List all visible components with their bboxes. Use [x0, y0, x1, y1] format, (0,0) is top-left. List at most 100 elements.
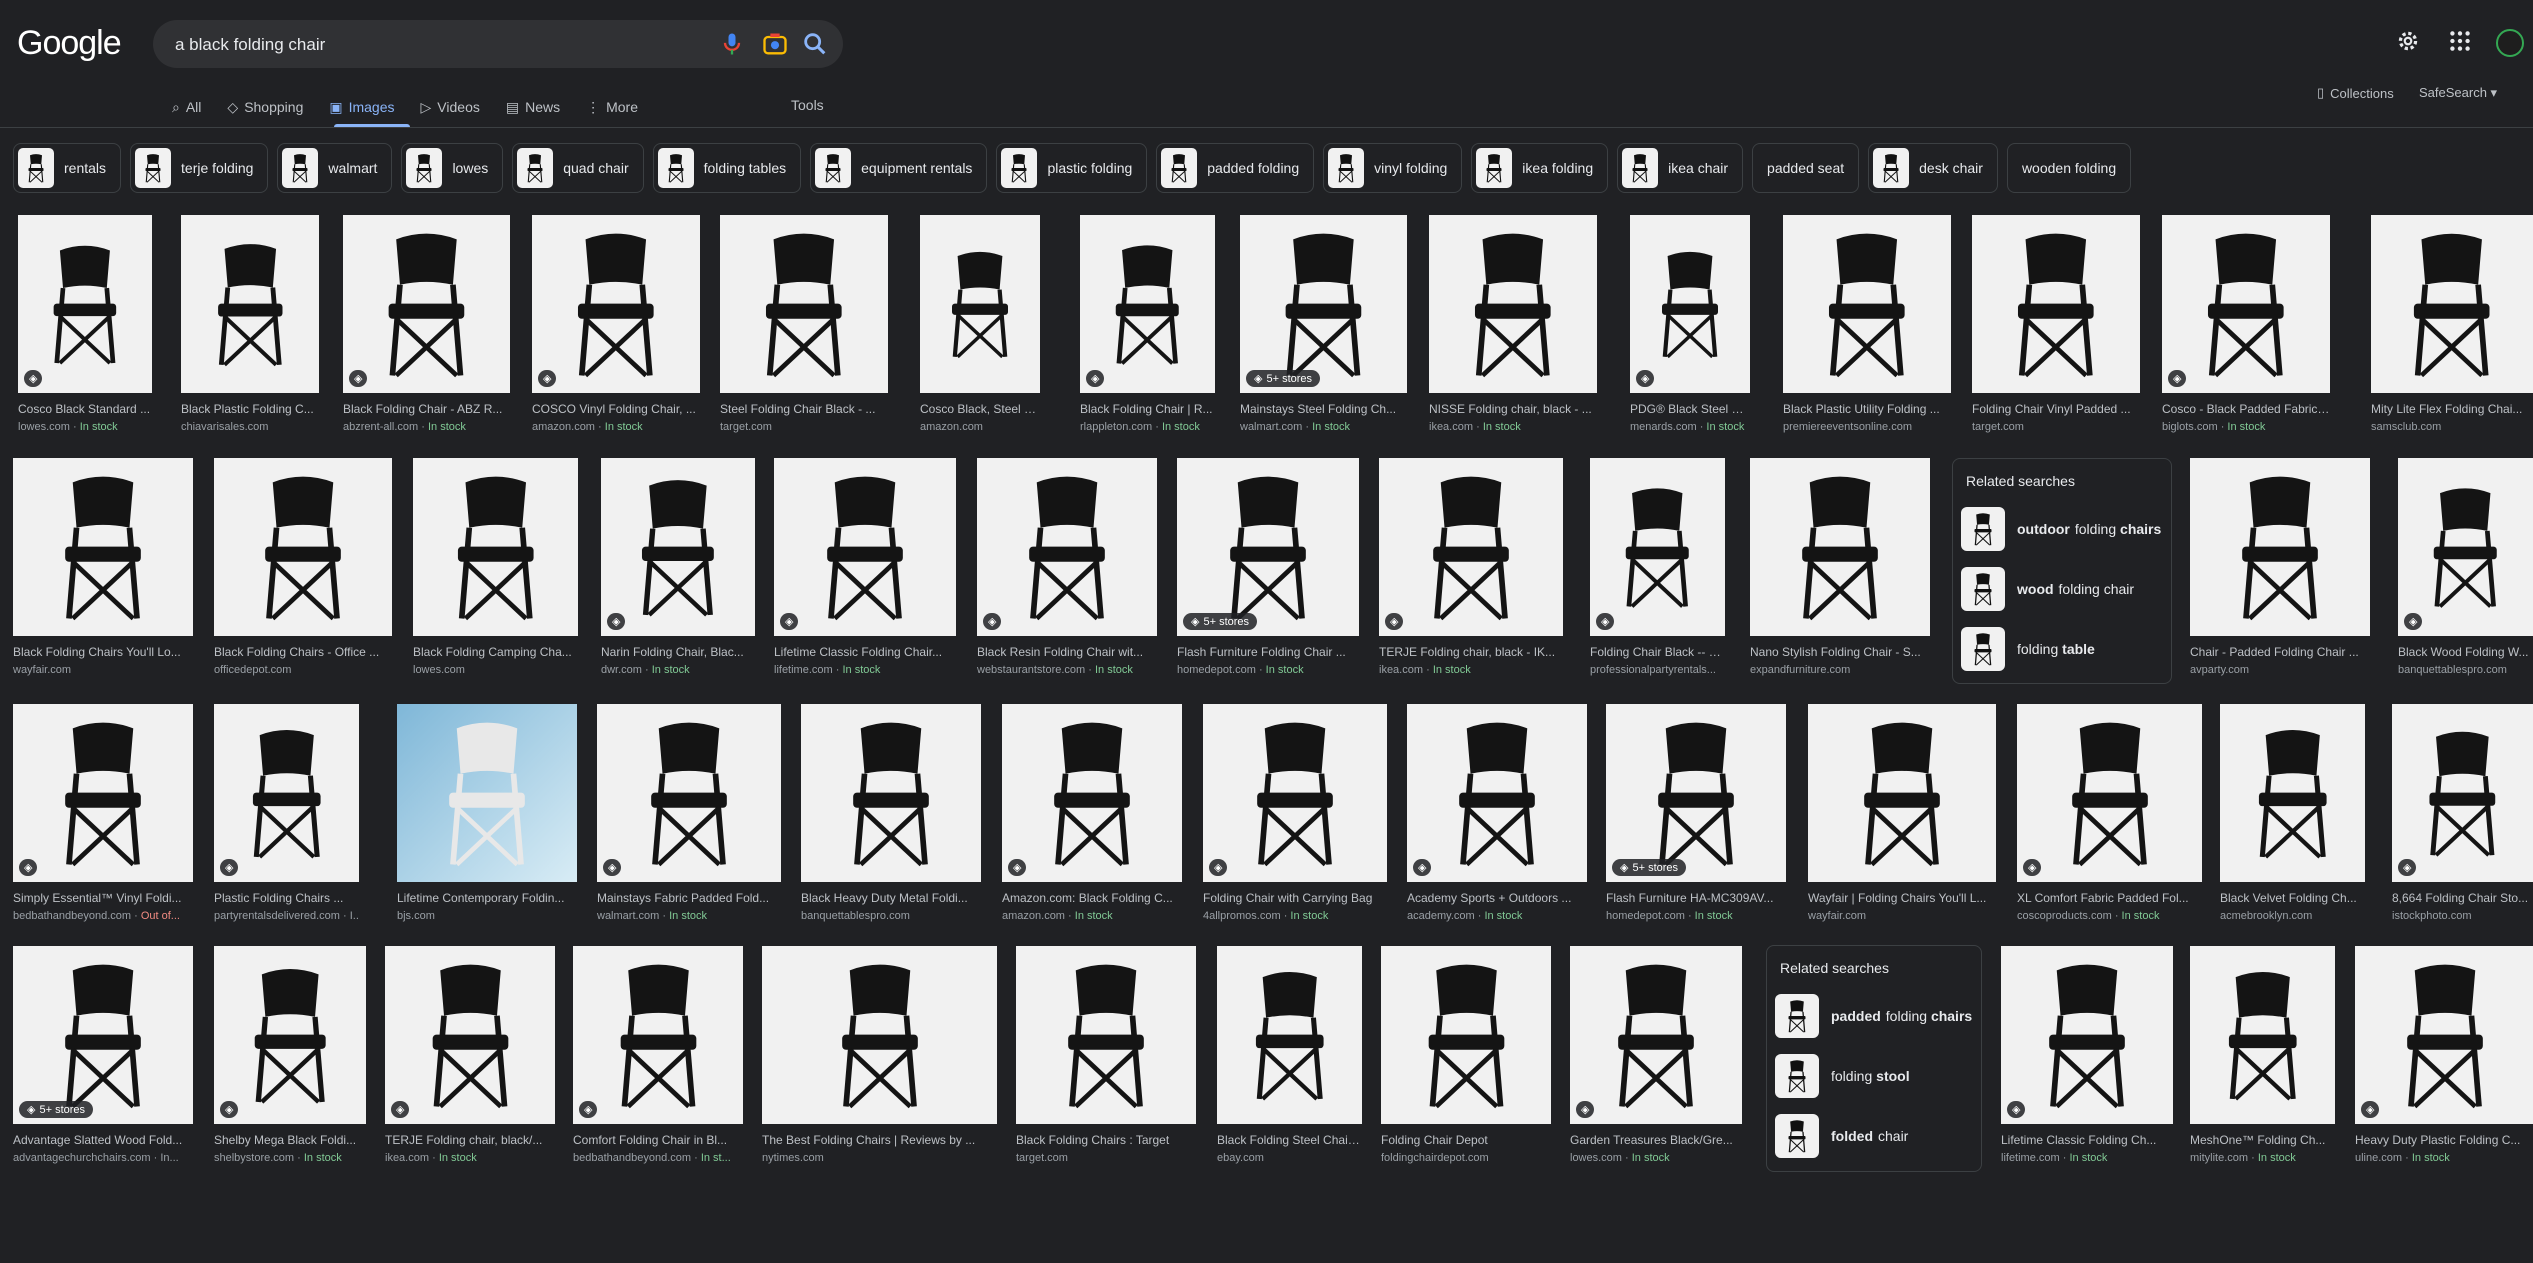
chip-equipment-rentals[interactable]: equipment rentals [810, 143, 988, 193]
result-source[interactable]: banquettablespro.com [2398, 664, 2533, 676]
result-source[interactable]: target.com [1016, 1152, 1196, 1164]
result-source[interactable]: lowes.com · In stock [1570, 1152, 1742, 1164]
result-source[interactable]: walmart.com · In stock [1240, 421, 1407, 433]
search-icon[interactable] [801, 30, 829, 58]
result-title[interactable]: Nano Stylish Folding Chair - S... [1750, 645, 1930, 659]
image-result[interactable]: ◈ Folding Chair with Carrying Bag 4allprom… [1203, 704, 1387, 922]
image-result[interactable]: ◈ TERJE Folding chair, black/... ikea.com … [385, 946, 555, 1164]
result-source[interactable]: samsclub.com [2371, 421, 2533, 433]
result-thumbnail[interactable]: ◈ [1630, 215, 1750, 393]
result-source[interactable]: rlappleton.com · In stock [1080, 421, 1215, 433]
result-source[interactable]: foldingchairdepot.com [1381, 1152, 1551, 1164]
result-source[interactable]: abzrent-all.com · In stock [343, 421, 510, 433]
image-result[interactable]: ◈ Comfort Folding Chair in Bl... bedbathan… [573, 946, 743, 1164]
search-box[interactable] [153, 20, 843, 70]
result-thumbnail[interactable]: ◈ [2017, 704, 2202, 882]
result-title[interactable]: Black Wood Folding W... [2398, 645, 2533, 659]
result-title[interactable]: Folding Chair Black -- P... [1590, 645, 1725, 659]
result-title[interactable]: Mity Lite Flex Folding Chai... [2371, 402, 2533, 416]
result-source[interactable]: biglots.com · In stock [2162, 421, 2330, 433]
result-title[interactable]: Black Folding Steel Chairs fo... [1217, 1133, 1362, 1147]
image-result[interactable]: Mity Lite Flex Folding Chai... samsclub.c… [2371, 215, 2533, 433]
settings-gear-icon[interactable] [2395, 28, 2421, 54]
chip-quad-chair[interactable]: quad chair [512, 143, 644, 193]
account-avatar[interactable] [2496, 29, 2524, 57]
image-result[interactable]: Folding Chair Vinyl Padded ... target.com [1972, 215, 2140, 433]
image-result[interactable]: ◈ Narin Folding Chair, Blac... dwr.com · I… [601, 458, 755, 676]
result-thumbnail[interactable] [1972, 215, 2140, 393]
image-result[interactable]: Lifetime Contemporary Foldin... bjs.com [397, 704, 577, 922]
result-thumbnail[interactable]: ◈ [1002, 704, 1182, 882]
image-result[interactable]: ◈ PDG® Black Steel Foldi... menards.com · … [1630, 215, 1750, 433]
chip-lowes[interactable]: lowes [401, 143, 504, 193]
result-source[interactable]: ikea.com · In stock [1379, 664, 1563, 676]
image-result[interactable]: Black Plastic Utility Folding ... premier… [1783, 215, 1951, 433]
result-thumbnail[interactable]: ◈ [18, 215, 152, 393]
image-result[interactable]: ◈ Black Wood Folding W... banquettablespro… [2398, 458, 2533, 676]
chip-vinyl-folding[interactable]: vinyl folding [1323, 143, 1463, 193]
result-title[interactable]: Mainstays Steel Folding Ch... [1240, 402, 1407, 416]
result-thumbnail[interactable] [397, 704, 577, 882]
result-source[interactable]: partyrentalsdelivered.com · I... [214, 910, 359, 922]
result-title[interactable]: Heavy Duty Plastic Folding C... [2355, 1133, 2533, 1147]
result-source[interactable]: acmebrooklyn.com [2220, 910, 2365, 922]
result-title[interactable]: Advantage Slatted Wood Fold... [13, 1133, 193, 1147]
image-result[interactable]: Black Heavy Duty Metal Foldi... banquetta… [801, 704, 981, 922]
image-result[interactable]: ◈ 5+ stores Flash Furniture HA-MC309AV... h… [1606, 704, 1786, 922]
result-thumbnail[interactable]: ◈ [597, 704, 781, 882]
result-title[interactable]: NISSE Folding chair, black - ... [1429, 402, 1597, 416]
tab-news[interactable]: ▤ News [506, 92, 560, 122]
result-source[interactable]: banquettablespro.com [801, 910, 981, 922]
result-thumbnail[interactable] [13, 458, 193, 636]
image-result[interactable]: Black Folding Chairs - Office ... officed… [214, 458, 392, 676]
result-title[interactable]: 8,664 Folding Chair Sto... [2392, 891, 2533, 905]
camera-lens-icon[interactable] [761, 30, 789, 58]
search-input[interactable] [173, 20, 657, 70]
result-title[interactable]: Black Folding Chairs : Target [1016, 1133, 1196, 1147]
image-result[interactable]: ◈ Shelby Mega Black Foldi... shelbystore.c… [214, 946, 366, 1164]
result-title[interactable]: Simply Essential™ Vinyl Foldi... [13, 891, 193, 905]
result-source[interactable]: lowes.com [413, 664, 578, 676]
image-result[interactable]: ◈ Garden Treasures Black/Gre... lowes.com … [1570, 946, 1742, 1164]
result-title[interactable]: Folding Chair with Carrying Bag [1203, 891, 1387, 905]
result-source[interactable]: chiavarisales.com [181, 421, 319, 433]
result-title[interactable]: Narin Folding Chair, Blac... [601, 645, 755, 659]
image-result[interactable]: ◈ 8,664 Folding Chair Sto... istockphoto.c… [2392, 704, 2533, 922]
result-source[interactable]: nytimes.com [762, 1152, 997, 1164]
result-thumbnail[interactable]: ◈ [1203, 704, 1387, 882]
result-thumbnail[interactable] [1381, 946, 1551, 1124]
result-thumbnail[interactable]: ◈ [1379, 458, 1563, 636]
result-title[interactable]: XL Comfort Fabric Padded Fol... [2017, 891, 2202, 905]
result-thumbnail[interactable]: ◈ [214, 704, 359, 882]
result-source[interactable]: webstaurantstore.com · In stock [977, 664, 1157, 676]
result-source[interactable]: avparty.com [2190, 664, 2370, 676]
result-source[interactable]: professionalpartyrentals... [1590, 664, 1725, 676]
result-source[interactable]: menards.com · In stock [1630, 421, 1750, 433]
image-result[interactable]: The Best Folding Chairs | Reviews by ...… [762, 946, 997, 1164]
image-result[interactable]: ◈ 5+ stores Mainstays Steel Folding Ch... w… [1240, 215, 1407, 433]
result-thumbnail[interactable]: ◈ [2392, 704, 2533, 882]
related-search-item[interactable]: wood folding chair [1953, 559, 2171, 619]
chip-ikea-folding[interactable]: ikea folding [1471, 143, 1609, 193]
result-thumbnail[interactable] [2371, 215, 2533, 393]
chip-walmart[interactable]: walmart [277, 143, 393, 193]
image-result[interactable]: ◈ Mainstays Fabric Padded Fold... walmart.… [597, 704, 781, 922]
result-source[interactable]: shelbystore.com · In stock [214, 1152, 366, 1164]
tab-videos[interactable]: ▷ Videos [421, 92, 480, 122]
result-title[interactable]: Folding Chair Vinyl Padded ... [1972, 402, 2140, 416]
result-source[interactable]: target.com [1972, 421, 2140, 433]
result-source[interactable]: bedbathandbeyond.com · In st... [573, 1152, 743, 1164]
result-thumbnail[interactable]: ◈ [573, 946, 743, 1124]
result-source[interactable]: academy.com · In stock [1407, 910, 1587, 922]
result-title[interactable]: Black Velvet Folding Ch... [2220, 891, 2365, 905]
image-result[interactable]: Folding Chair Depot foldingchairdepot.com [1381, 946, 1551, 1164]
chip-plastic-folding[interactable]: plastic folding [996, 143, 1148, 193]
apps-grid-icon[interactable] [2447, 28, 2473, 54]
result-thumbnail[interactable] [181, 215, 319, 393]
chip-folding-tables[interactable]: folding tables [652, 143, 802, 193]
result-source[interactable]: istockphoto.com [2392, 910, 2533, 922]
image-result[interactable]: ◈ COSCO Vinyl Folding Chair, ... amazon.co… [532, 215, 700, 433]
result-thumbnail[interactable]: ◈ [2162, 215, 2330, 393]
result-thumbnail[interactable]: ◈ [13, 704, 193, 882]
image-result[interactable]: Black Folding Camping Cha... lowes.com [413, 458, 578, 676]
